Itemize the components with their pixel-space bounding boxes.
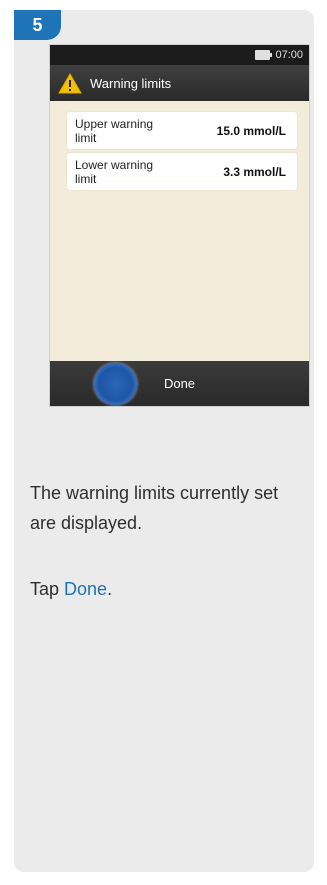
warning-limits-list: Upper warning limit 15.0 mmol/L Lower wa… [50,101,309,190]
warning-icon [58,72,82,93]
device-screen: 07:00 Warning limits Upper warning limit… [49,44,310,407]
lower-limit-value: 3.3 mmol/L [223,164,286,179]
status-bar: 07:00 [50,45,309,65]
done-button[interactable]: Done [164,376,195,391]
bottom-bar: Done [50,361,309,406]
step-badge: 5 [14,10,61,40]
instruction-tap-prefix: Tap [30,579,65,599]
title-bar: Warning limits [50,65,309,101]
battery-icon [255,50,273,60]
instruction-tap-suffix: . [107,579,113,599]
tap-indicator-icon [94,363,137,405]
done-link[interactable]: Done [64,579,107,599]
instruction-tap: Tap Done. [30,574,112,604]
upper-limit-value: 15.0 mmol/L [216,123,286,138]
instruction-text: The warning limits currently set are dis… [30,483,279,533]
list-item-lower-limit[interactable]: Lower warning limit 3.3 mmol/L [67,153,297,190]
screen-title: Warning limits [90,75,172,91]
list-item-upper-limit[interactable]: Upper warning limit 15.0 mmol/L [67,112,297,149]
upper-limit-label: Upper warning limit [75,116,154,145]
status-time: 07:00 [275,49,303,61]
lower-limit-label: Lower warning limit [75,157,154,186]
